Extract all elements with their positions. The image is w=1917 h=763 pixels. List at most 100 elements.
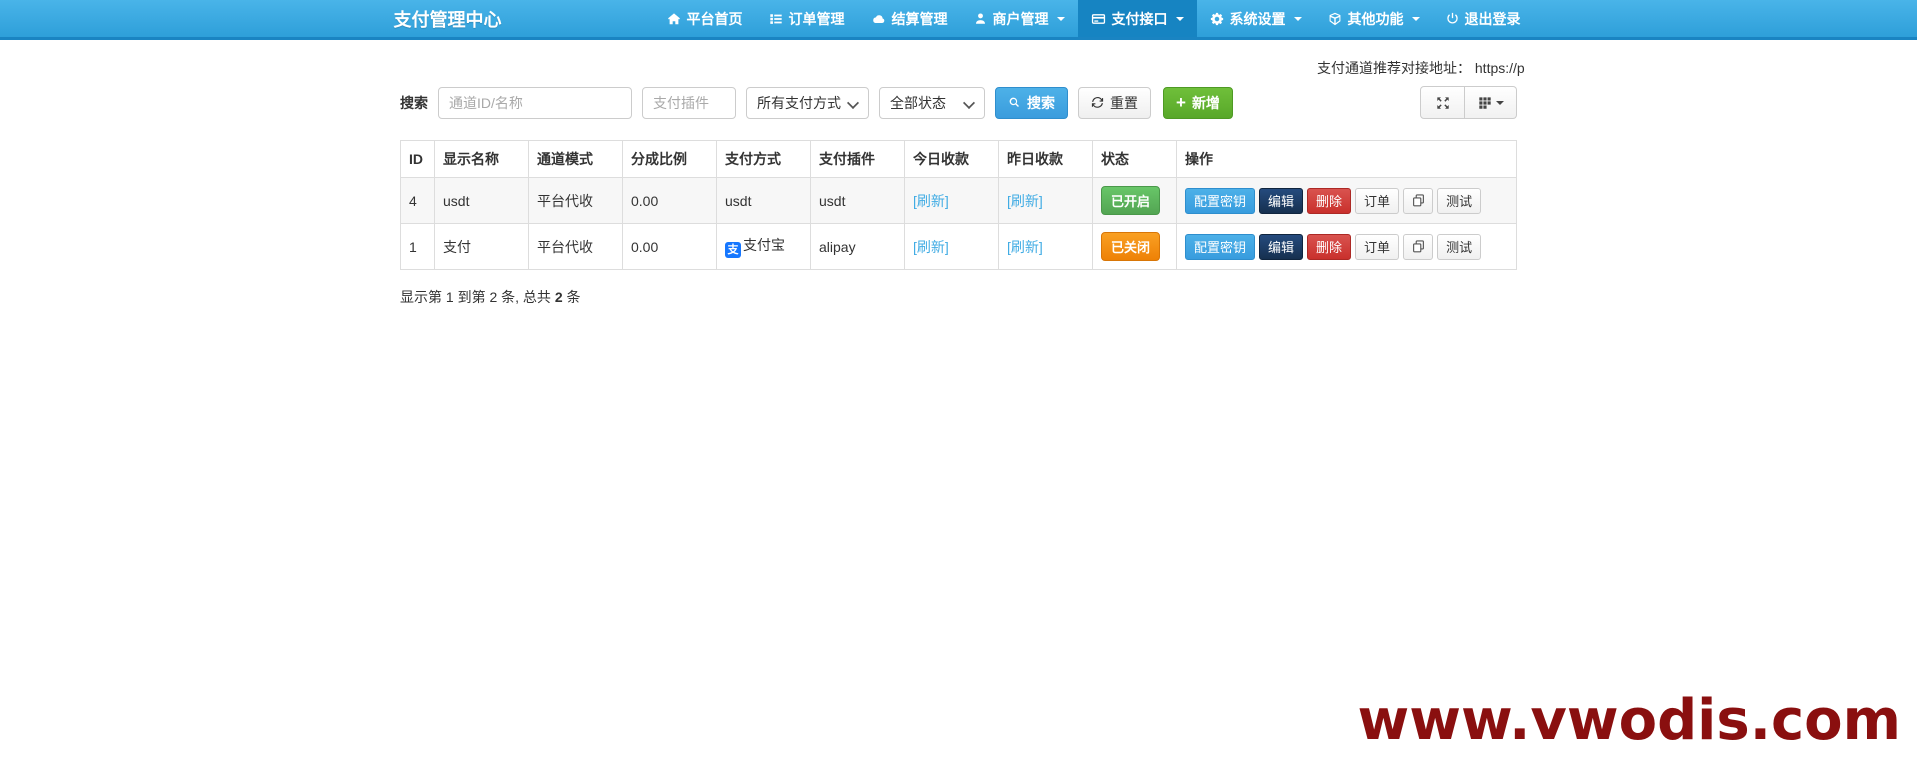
nav-item-label: 支付接口 (1111, 10, 1168, 27)
add-button[interactable]: + 新增 (1163, 86, 1233, 119)
status-select[interactable]: 全部状态 (879, 86, 985, 119)
brand-title[interactable]: 支付管理中心 (384, 6, 512, 32)
nav-item-settlement-management[interactable]: 结算管理 (858, 0, 961, 37)
power-icon (1446, 12, 1459, 25)
chevron-down-icon (1175, 16, 1184, 21)
cell-payment-method: usdt (716, 177, 811, 224)
test-button[interactable]: 测试 (1437, 187, 1482, 214)
cube-icon (1328, 12, 1342, 26)
refresh-icon (1091, 96, 1104, 109)
pagination-total: 2 (554, 289, 563, 305)
col-header-today-income: 今日收款 (904, 140, 999, 178)
cell-yesterday-income: [刷新] (998, 177, 1093, 224)
plugin-input[interactable] (642, 86, 736, 119)
delete-button[interactable]: 删除 (1307, 187, 1352, 214)
add-button-label: 新增 (1191, 94, 1220, 111)
nav-menu: 平台首页 订单管理 结算管理 商户管理 支付接口 系统设置 其他功能 退出登录 (654, 0, 1534, 37)
cell-status: 已关闭 (1092, 223, 1177, 270)
configure-key-button[interactable]: 配置密钥 (1185, 187, 1256, 214)
edit-button[interactable]: 编辑 (1259, 187, 1304, 214)
nav-item-label: 退出登录 (1464, 10, 1521, 27)
test-button[interactable]: 测试 (1437, 233, 1482, 260)
nav-item-label: 商户管理 (992, 10, 1049, 27)
pagination-summary: 显示第 1 到第 2 条, 总共 2 条 (400, 287, 1517, 307)
order-button[interactable]: 订单 (1355, 233, 1400, 260)
reset-button[interactable]: 重置 (1078, 86, 1151, 119)
cell-channel-mode: 平台代收 (528, 177, 623, 224)
chevron-down-icon (1293, 16, 1302, 21)
col-header-display-name: 显示名称 (434, 140, 529, 178)
chevron-down-icon (1495, 100, 1504, 105)
col-header-actions: 操作 (1176, 140, 1517, 178)
refresh-today-link[interactable]: [刷新] (913, 239, 949, 255)
nav-item-payment-interface[interactable]: 支付接口 (1077, 0, 1197, 37)
col-header-payment-method: 支付方式 (716, 140, 811, 178)
col-header-split-ratio: 分成比例 (622, 140, 717, 178)
refresh-yesterday-link[interactable]: [刷新] (1007, 239, 1043, 255)
recommend-label: 支付通道推荐对接地址： (1317, 60, 1471, 76)
payment-method-select-wrap: 所有支付方式 (746, 86, 869, 119)
nav-item-merchant-management[interactable]: 商户管理 (961, 0, 1078, 37)
nav-item-other-functions[interactable]: 其他功能 (1315, 0, 1433, 37)
columns-button[interactable] (1465, 86, 1517, 119)
cell-yesterday-income: [刷新] (998, 223, 1093, 270)
col-header-channel-mode: 通道模式 (528, 140, 623, 178)
fullscreen-icon (1436, 96, 1450, 110)
nav-item-label: 结算管理 (891, 10, 948, 27)
pagination-prefix: 显示第 1 到第 2 条, 总共 (400, 289, 555, 305)
col-header-status: 状态 (1092, 140, 1177, 178)
pagination-suffix: 条 (562, 289, 581, 305)
alipay-icon: 支 (725, 242, 741, 258)
table-header-row: ID 显示名称 通道模式 分成比例 支付方式 支付插件 今日收款 昨日收款 状态… (400, 140, 1517, 178)
chevron-down-icon (1411, 16, 1420, 21)
cell-channel-mode: 平台代收 (528, 223, 623, 270)
nav-item-platform-home[interactable]: 平台首页 (654, 0, 756, 37)
search-toolbar: 搜索 所有支付方式 全部状态 搜索 重置 + 新增 (400, 86, 1517, 119)
top-navbar: 支付管理中心 平台首页 订单管理 结算管理 商户管理 支付接口 系统设置 其他功… (0, 0, 1917, 40)
payment-method-select[interactable]: 所有支付方式 (746, 86, 869, 119)
cell-today-income: [刷新] (904, 223, 999, 270)
cloud-icon (871, 12, 886, 26)
channel-recommend-address: 支付通道推荐对接地址： https://p (1317, 58, 1525, 78)
col-header-payment-plugin: 支付插件 (810, 140, 905, 178)
cell-payment-plugin: usdt (810, 177, 905, 224)
status-select-wrap: 全部状态 (879, 86, 985, 119)
cell-actions: 配置密钥 编辑 删除 订单 测试 (1176, 223, 1517, 270)
nav-item-order-management[interactable]: 订单管理 (756, 0, 858, 37)
cell-display-name: 支付 (434, 223, 529, 270)
nav-item-logout[interactable]: 退出登录 (1433, 0, 1534, 37)
recommend-url: https://p (1474, 60, 1525, 76)
search-icon (1008, 96, 1021, 109)
payment-method-label: usdt (725, 192, 752, 209)
gear-icon (1210, 12, 1224, 26)
configure-key-button[interactable]: 配置密钥 (1185, 233, 1256, 260)
col-header-id: ID (400, 140, 435, 178)
chevron-down-icon (1056, 16, 1065, 21)
site-watermark: www.vwodis.com (1357, 688, 1901, 753)
channel-id-input[interactable] (438, 86, 632, 119)
copy-button[interactable] (1403, 233, 1434, 260)
user-icon (974, 12, 987, 25)
list-icon (769, 12, 783, 26)
cell-payment-method: 支支付宝 (716, 223, 811, 270)
cell-id: 1 (400, 223, 435, 270)
fullscreen-button[interactable] (1420, 86, 1465, 119)
delete-button[interactable]: 删除 (1307, 233, 1352, 260)
copy-icon (1412, 194, 1425, 207)
copy-button[interactable] (1403, 187, 1434, 214)
home-icon (667, 12, 681, 26)
refresh-today-link[interactable]: [刷新] (913, 193, 949, 209)
status-badge[interactable]: 已关闭 (1101, 232, 1161, 261)
status-badge[interactable]: 已开启 (1101, 186, 1161, 215)
edit-button[interactable]: 编辑 (1259, 233, 1304, 260)
order-button[interactable]: 订单 (1355, 187, 1400, 214)
credit-card-icon (1091, 12, 1106, 26)
reset-button-label: 重置 (1110, 94, 1138, 111)
table-toolbar-group (1420, 86, 1517, 119)
cell-today-income: [刷新] (904, 177, 999, 224)
search-button[interactable]: 搜索 (995, 86, 1068, 119)
refresh-yesterday-link[interactable]: [刷新] (1007, 193, 1043, 209)
nav-item-label: 平台首页 (686, 10, 743, 27)
cell-actions: 配置密钥 编辑 删除 订单 测试 (1176, 177, 1517, 224)
nav-item-system-settings[interactable]: 系统设置 (1197, 0, 1315, 37)
